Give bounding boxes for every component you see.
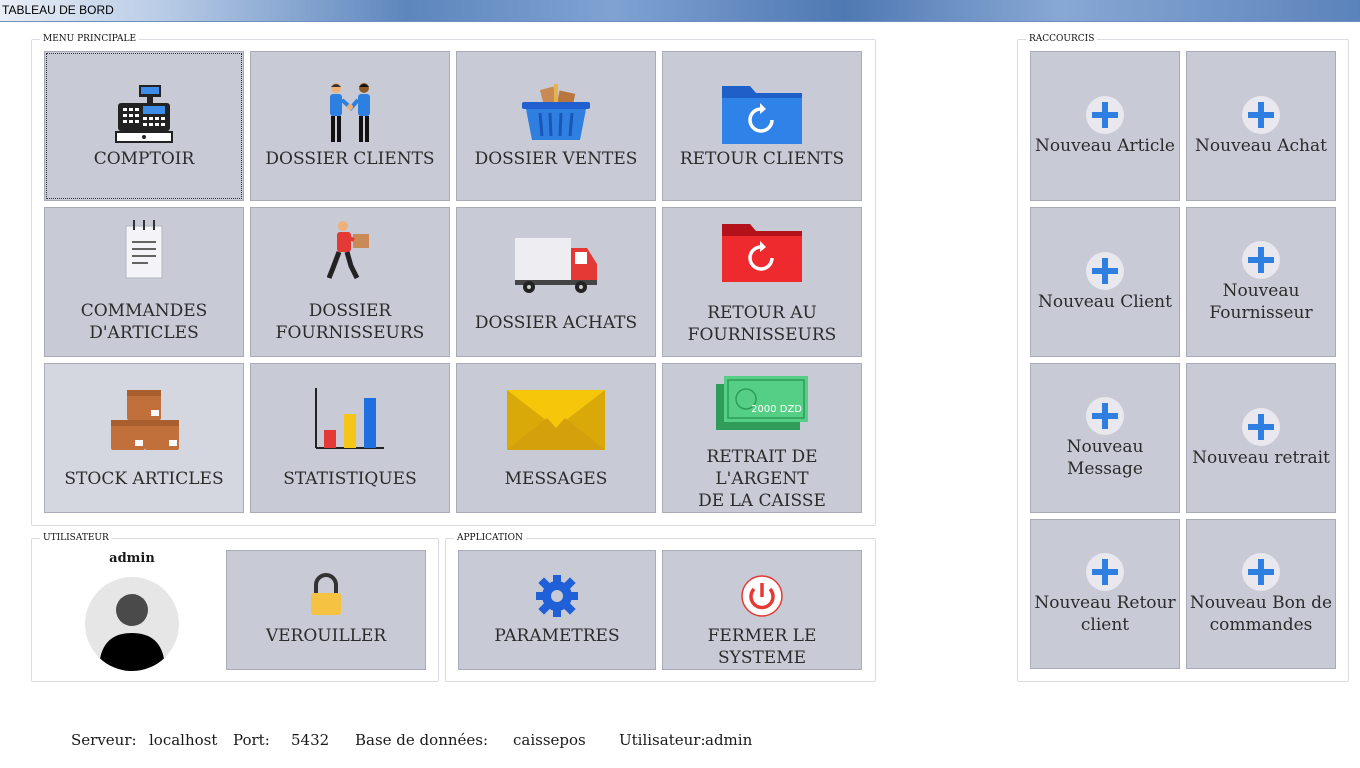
add-icon xyxy=(1086,96,1124,134)
stock-articles-button[interactable]: STOCK ARTICLES xyxy=(44,363,244,513)
dossier-achats-button[interactable]: DOSSIER ACHATS xyxy=(456,207,656,357)
folder-refresh-red-icon xyxy=(663,208,861,282)
parametres-label: PARAMETRES xyxy=(494,626,620,646)
retrait-argent-button[interactable]: 2000 DZD RETRAIT DE L'ARGENT DE LA CAISS… xyxy=(662,363,862,513)
nouveau-achat-label: Nouveau Achat xyxy=(1195,136,1327,156)
retour-fournisseurs-label-line1: RETOUR AU xyxy=(707,303,817,323)
nouveau-fournisseur-label-line2: Fournisseur xyxy=(1209,303,1313,323)
user-name: admin xyxy=(109,551,155,566)
commandes-label-line1: COMMANDES xyxy=(80,301,208,321)
fournisseurs-label-line2: FOURNISSEURS xyxy=(275,323,425,343)
server-value: localhost xyxy=(149,731,218,749)
application-legend: APPLICATION xyxy=(454,533,526,544)
user-silhouette-icon xyxy=(99,594,165,671)
window-title: TABLEAU DE BORD xyxy=(2,3,114,17)
comptoir-label: COMPTOIR xyxy=(93,149,195,169)
nouveau-article-label: Nouveau Article xyxy=(1035,136,1175,156)
raccourcis-legend: RACCOURCIS xyxy=(1026,34,1098,45)
power-icon xyxy=(663,551,861,617)
add-icon xyxy=(1086,553,1124,591)
port-value: 5432 xyxy=(291,731,330,749)
nouveau-retour-client-shortcut[interactable]: Nouveau Retour client xyxy=(1030,519,1180,669)
truck-icon xyxy=(457,208,655,294)
dossier-fournisseurs-button[interactable]: DOSSIER FOURNISSEURS xyxy=(250,207,450,357)
shopping-basket-icon xyxy=(457,52,655,144)
fermer-systeme-label: FERMER LE SYSTEME xyxy=(707,626,817,668)
envelope-icon xyxy=(457,364,655,450)
nouveau-message-label: Nouveau Message xyxy=(1066,437,1144,479)
dossier-clients-button[interactable]: DOSSIER CLIENTS xyxy=(250,51,450,201)
add-icon xyxy=(1086,252,1124,290)
dossier-clients-label: DOSSIER CLIENTS xyxy=(265,149,435,169)
folder-refresh-blue-icon xyxy=(663,52,861,144)
menu-principale-legend: MENU PRINCIPALE xyxy=(40,34,140,45)
status-user-value: admin xyxy=(705,731,753,749)
messages-label: MESSAGES xyxy=(504,469,608,489)
nouveau-article-shortcut[interactable]: Nouveau Article xyxy=(1030,51,1180,201)
add-icon xyxy=(1242,96,1280,134)
banknote-icon: 2000 DZD xyxy=(663,364,861,430)
comptoir-button[interactable]: COMPTOIR xyxy=(44,51,244,201)
messages-button[interactable]: MESSAGES xyxy=(456,363,656,513)
banknote-text: 2000 DZD xyxy=(751,404,802,415)
nouveau-retour-label-line1: Nouveau Retour xyxy=(1034,593,1176,613)
gear-icon xyxy=(459,551,655,617)
delivery-man-icon xyxy=(251,208,449,282)
statistiques-label: STATISTIQUES xyxy=(283,469,417,489)
avatar xyxy=(85,577,179,671)
handshake-icon xyxy=(251,52,449,144)
dossier-ventes-button[interactable]: DOSSIER VENTES xyxy=(456,51,656,201)
commandes-articles-button[interactable]: COMMANDES D'ARTICLES xyxy=(44,207,244,357)
retour-fournisseurs-label-line2: FOURNISSEURS xyxy=(687,325,837,345)
nouveau-fournisseur-label-line1: Nouveau xyxy=(1222,281,1300,301)
notepad-icon xyxy=(45,208,243,280)
retour-clients-label: RETOUR CLIENTS xyxy=(679,149,845,169)
fermer-systeme-button[interactable]: FERMER LE SYSTEME xyxy=(662,550,862,670)
fournisseurs-label-line1: DOSSIER xyxy=(308,301,392,321)
nouveau-client-label: Nouveau Client xyxy=(1038,292,1172,312)
nouveau-achat-shortcut[interactable]: Nouveau Achat xyxy=(1186,51,1336,201)
boxes-icon xyxy=(45,364,243,450)
add-icon xyxy=(1242,553,1280,591)
parametres-button[interactable]: PARAMETRES xyxy=(458,550,656,670)
utilisateur-legend: UTILISATEUR xyxy=(40,533,112,544)
database-label: Base de données: xyxy=(355,731,489,749)
nouveau-fournisseur-shortcut[interactable]: Nouveau Fournisseur xyxy=(1186,207,1336,357)
stock-articles-label: STOCK ARTICLES xyxy=(64,469,224,489)
nouveau-bon-label-line1: Nouveau Bon de xyxy=(1189,593,1333,613)
retrait-label-line1: RETRAIT DE L'ARGENT xyxy=(706,447,818,489)
status-user-label: Utilisateur: xyxy=(619,731,706,749)
port-label: Port: xyxy=(233,731,270,749)
nouveau-retrait-shortcut[interactable]: Nouveau retrait xyxy=(1186,363,1336,513)
statistiques-button[interactable]: STATISTIQUES xyxy=(250,363,450,513)
add-icon xyxy=(1086,397,1124,435)
window-titlebar: TABLEAU DE BORD xyxy=(0,0,1360,22)
verouiller-label: VEROUILLER xyxy=(265,626,387,646)
retour-clients-button[interactable]: RETOUR CLIENTS xyxy=(662,51,862,201)
nouveau-retrait-label: Nouveau retrait xyxy=(1192,448,1330,468)
retour-fournisseurs-button[interactable]: RETOUR AU FOURNISSEURS xyxy=(662,207,862,357)
nouveau-message-shortcut[interactable]: Nouveau Message xyxy=(1030,363,1180,513)
nouveau-retour-label-line2: client xyxy=(1080,615,1130,635)
retrait-label-line2: DE LA CAISSE xyxy=(698,491,826,511)
database-value: caissepos xyxy=(513,731,586,749)
server-label: Serveur: xyxy=(71,731,137,749)
dossier-achats-label: DOSSIER ACHATS xyxy=(474,313,638,333)
nouveau-client-shortcut[interactable]: Nouveau Client xyxy=(1030,207,1180,357)
cash-register-icon xyxy=(45,52,243,144)
padlock-icon xyxy=(227,551,425,617)
nouveau-bon-label-line2: commandes xyxy=(1209,615,1313,635)
nouveau-bon-commandes-shortcut[interactable]: Nouveau Bon de commandes xyxy=(1186,519,1336,669)
bar-chart-icon xyxy=(251,364,449,450)
add-icon xyxy=(1242,241,1280,279)
commandes-label-line2: D'ARTICLES xyxy=(89,323,199,343)
verouiller-button[interactable]: VEROUILLER xyxy=(226,550,426,670)
add-icon xyxy=(1242,408,1280,446)
dossier-ventes-label: DOSSIER VENTES xyxy=(474,149,638,169)
